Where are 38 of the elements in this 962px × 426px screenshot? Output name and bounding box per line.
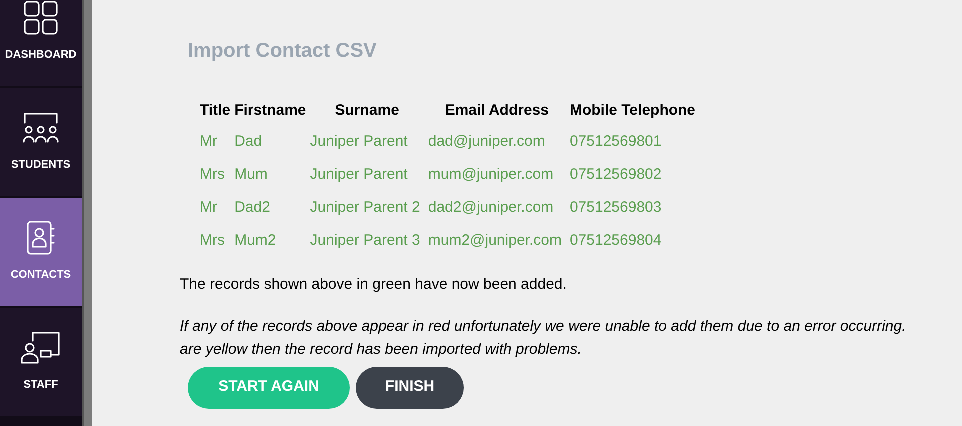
note-text: If any of the records above appear in red unfortunately we were unable to add them due to an error occurring.: [180, 316, 908, 336]
group-icon: [22, 110, 60, 145]
grid-icon: [24, 0, 58, 35]
sidebar-item[interactable]: DASHBOARD: [0, 0, 82, 86]
table-cell-text: 07512569801: [570, 132, 663, 152]
table-cell-text: dad@juniper.com: [428, 132, 546, 152]
sidebar-item[interactable]: STAFF: [0, 308, 82, 416]
note-text: are yellow then the record has been imported with problems.: [180, 340, 583, 360]
success-message: The records shown above in green have now been added.: [180, 275, 568, 295]
table-cell-text: Mum: [234, 165, 269, 186]
table-cell-text: Dad: [234, 132, 264, 152]
table-cell-text: Mr: [200, 132, 218, 152]
table-cell-text: Juniper Parent: [310, 132, 409, 152]
column-header: Email Address: [444, 100, 550, 121]
table-cell-text: Juniper Parent: [310, 165, 409, 186]
column-header: Surname: [334, 100, 400, 121]
table-cell-text: Mrs: [200, 165, 226, 186]
teacher-icon: [21, 330, 61, 365]
table-cell-text: mum2@juniper.com: [428, 231, 563, 252]
column-header: Title: [200, 100, 231, 121]
column-header: Firstname: [234, 100, 306, 121]
sidebar-item[interactable]: STUDENTS: [0, 88, 82, 196]
table-cell-text: 07512569802: [570, 165, 663, 186]
table-cell-text: mum@juniper.com: [428, 165, 555, 186]
table-cell-text: 07512569803: [570, 198, 663, 218]
address-book-icon: [26, 220, 56, 255]
table-cell-text: Mr: [200, 198, 218, 218]
page-title: Import Contact CSV: [188, 39, 378, 64]
table-cell-text: Mum2: [234, 231, 278, 252]
table-cell-text: dad2@juniper.com: [428, 198, 555, 218]
table-cell-text: 07512569804: [570, 231, 663, 252]
table-cell-text: Juniper Parent 3: [310, 231, 422, 252]
action-button[interactable]: FINISH: [356, 366, 464, 408]
table-cell-text: Dad2: [234, 198, 272, 218]
column-header: Mobile Telephone: [570, 100, 696, 121]
table-cell-text: Juniper Parent 2: [310, 198, 422, 218]
sidebar-item[interactable]: CONTACTS: [0, 198, 82, 306]
table-cell-text: Mrs: [200, 231, 226, 252]
